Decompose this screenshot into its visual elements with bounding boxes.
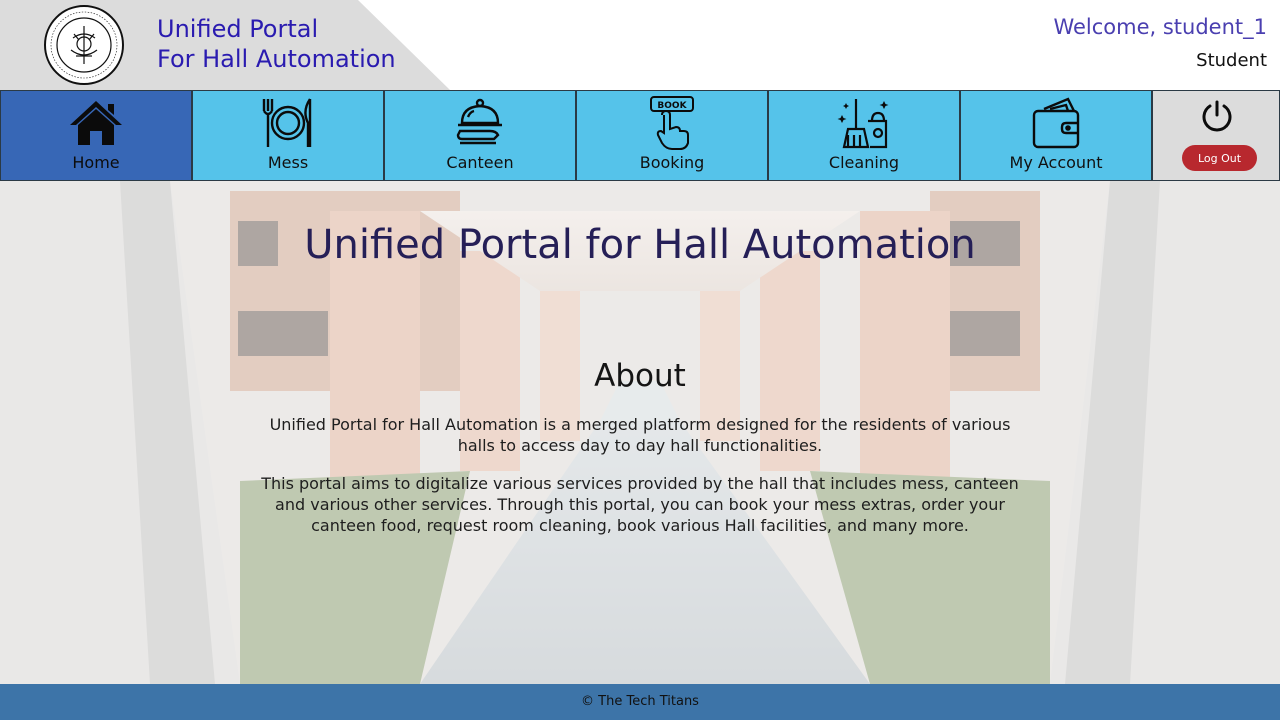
nav-label-home: Home [72, 153, 120, 172]
institute-logo [44, 5, 124, 85]
main-nav: Home Mess Canteen BOOK Booking Cleaning … [0, 90, 1280, 181]
nav-item-mess[interactable]: Mess [192, 90, 384, 181]
nav-label-booking: Booking [639, 153, 705, 172]
nav-item-canteen[interactable]: Canteen [384, 90, 576, 181]
nav-item-booking[interactable]: BOOK Booking [576, 90, 768, 181]
book-tap-icon: BOOK [650, 96, 694, 150]
user-role: Student [1196, 50, 1267, 71]
header: Unified Portal For Hall Automation Welco… [0, 0, 1280, 90]
nav-item-my-account[interactable]: My Account [960, 90, 1152, 181]
brand-title: Unified Portal For Hall Automation [157, 14, 396, 74]
plate-cutlery-icon [262, 98, 312, 147]
brand-title-line1: Unified Portal [157, 15, 319, 43]
welcome-text: Welcome, student_1 [1053, 15, 1267, 39]
footer: © The Tech Titans [0, 684, 1280, 720]
nav-item-cleaning[interactable]: Cleaning [768, 90, 960, 181]
about-heading: About [594, 358, 686, 394]
main-content: Unified Portal for Hall Automation About… [0, 181, 1280, 684]
home-icon [70, 101, 122, 145]
page-title: Unified Portal for Hall Automation [304, 222, 976, 268]
about-paragraph-2: This portal aims to digitalize various s… [261, 474, 1019, 535]
cleaning-supplies-icon [837, 99, 889, 149]
power-icon[interactable] [1200, 99, 1234, 133]
nav-label-canteen: Canteen [446, 153, 514, 172]
nav-label-cleaning: Cleaning [828, 153, 900, 172]
wallet-icon [1032, 97, 1080, 149]
brand-title-line2: For Hall Automation [157, 45, 396, 73]
footer-text: © The Tech Titans [581, 694, 699, 709]
nav-label-my-account: My Account [1009, 153, 1103, 172]
nav-label-mess: Mess [267, 153, 309, 172]
about-paragraph-1: Unified Portal for Hall Automation is a … [269, 415, 1011, 455]
svg-text:BOOK: BOOK [657, 101, 687, 111]
logout-button[interactable]: Log Out [1182, 145, 1257, 171]
nav-item-home[interactable]: Home [0, 90, 192, 181]
logout-panel: Log Out [1152, 90, 1280, 181]
cloche-icon [456, 98, 502, 145]
